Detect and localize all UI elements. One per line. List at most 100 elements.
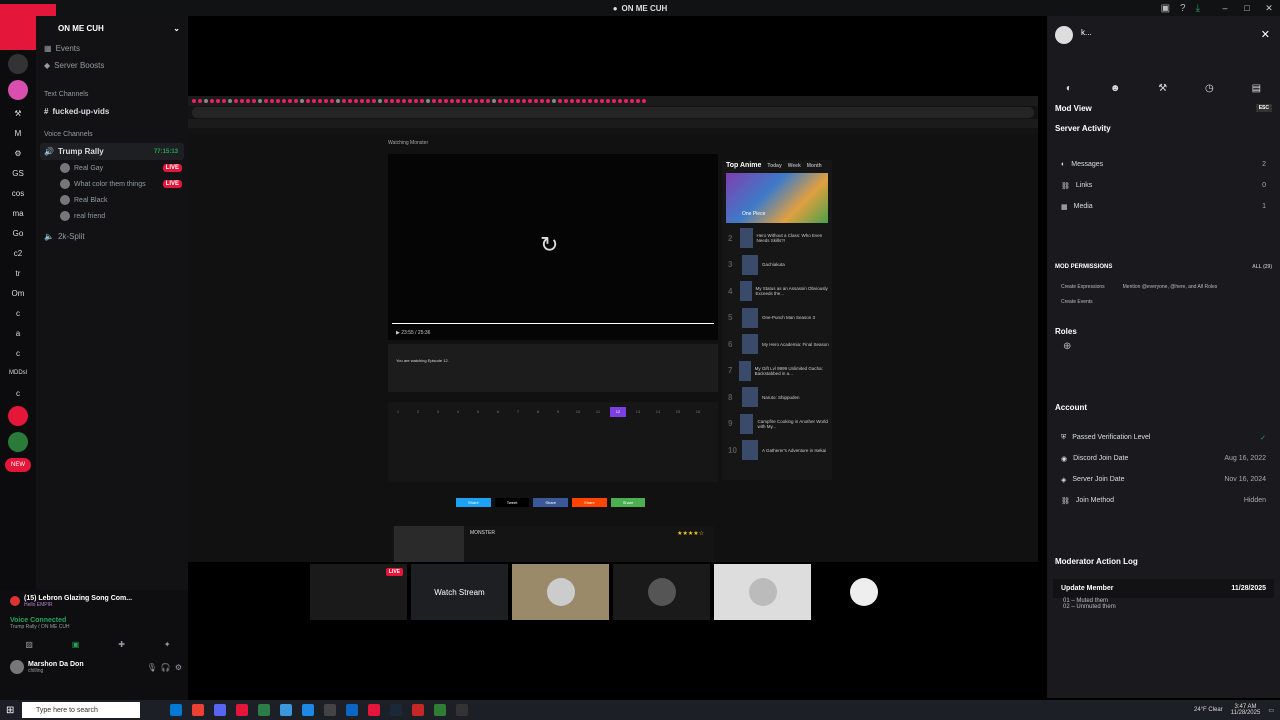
episode[interactable]: 11 xyxy=(590,407,606,417)
server-avatar[interactable] xyxy=(8,432,28,452)
featured-anime[interactable]: One Piece xyxy=(726,173,828,223)
streamed-browser[interactable]: Watching Monster ↻ ▶ 23:55 / 25:36 You a… xyxy=(188,96,1038,562)
participant-tile[interactable] xyxy=(714,564,811,620)
episode[interactable]: 9 xyxy=(550,407,566,417)
close-button[interactable]: ✕ xyxy=(1258,0,1280,16)
screen-share-icon[interactable]: ▣ xyxy=(72,640,80,649)
soundboard-icon[interactable]: ✦ xyxy=(164,640,171,649)
address-bar[interactable] xyxy=(192,107,1034,118)
app-icon[interactable] xyxy=(368,704,380,716)
participant-tile[interactable] xyxy=(613,564,710,620)
app-icon[interactable] xyxy=(434,704,446,716)
server-mddsl[interactable]: MDDsl xyxy=(5,366,31,380)
new-badge[interactable]: NEW xyxy=(5,458,31,472)
server-gs[interactable]: GS xyxy=(5,166,31,180)
minimize-button[interactable]: – xyxy=(1214,0,1236,16)
episode[interactable]: 8 xyxy=(530,407,546,417)
tab-today[interactable]: Today xyxy=(767,163,781,169)
server-ma[interactable]: ma xyxy=(5,206,31,220)
server-c[interactable]: c xyxy=(5,346,31,360)
app-icon[interactable] xyxy=(214,704,226,716)
gear-icon[interactable]: ⚙ xyxy=(175,663,182,672)
server-go[interactable]: Go xyxy=(5,226,31,240)
help-icon[interactable]: ? xyxy=(1180,3,1186,14)
episode[interactable]: 14 xyxy=(650,407,666,417)
inbox-icon[interactable]: ▣ xyxy=(1161,3,1170,14)
download-icon[interactable]: ⤓ xyxy=(1196,3,1200,14)
app-icon[interactable] xyxy=(302,704,314,716)
app-icon[interactable] xyxy=(170,704,182,716)
episode[interactable]: 1 xyxy=(390,407,406,417)
server-a[interactable]: a xyxy=(5,326,31,340)
list-item[interactable]: 7 My Gift Lvl 9999 Unlimited Gacha: Backs… xyxy=(722,358,832,385)
voice-channel-2k-split[interactable]: 🔈 2k-Split xyxy=(36,228,188,245)
participant-tile[interactable] xyxy=(815,564,912,620)
list-item[interactable]: 9 Campfire Cooking in Another World with … xyxy=(722,411,832,438)
server-avatar[interactable] xyxy=(8,54,28,74)
headphones-icon[interactable]: 🎧 xyxy=(161,663,171,672)
green-share-button[interactable]: Share xyxy=(610,498,646,507)
app-icon[interactable] xyxy=(258,704,270,716)
server-avatar[interactable] xyxy=(8,80,28,100)
tweet-button[interactable]: Tweet xyxy=(494,498,530,507)
server-icon[interactable]: ⚒ xyxy=(5,106,31,120)
taskbar-search[interactable]: Type here to search xyxy=(22,702,140,718)
episode[interactable]: 10 xyxy=(570,407,586,417)
list-item[interactable]: 4 My Status as an Assassin Obviously Exce… xyxy=(722,278,832,305)
list-item[interactable]: 6 My Hero Academia: Final Season xyxy=(722,331,832,358)
server-tr[interactable]: tr xyxy=(5,266,31,280)
server-avatar[interactable] xyxy=(8,406,28,426)
activities-icon[interactable]: ✚ xyxy=(118,640,125,649)
server-icon[interactable]: M xyxy=(5,126,31,140)
server-header[interactable]: ON ME CUH ⌄ xyxy=(36,16,188,40)
events-item[interactable]: ▦ Events xyxy=(36,40,188,57)
episode[interactable]: 13 xyxy=(630,407,646,417)
server-c2[interactable]: c2 xyxy=(5,246,31,260)
user-icon[interactable]: ☻ xyxy=(1110,83,1121,94)
list-item[interactable]: 2 Hero Without a Class: Who Even Needs Sk… xyxy=(722,225,832,252)
episode-current[interactable]: 12 xyxy=(610,407,626,417)
clock-date[interactable]: 11/28/2025 xyxy=(1231,710,1261,716)
clock-icon[interactable]: ◷ xyxy=(1205,83,1214,94)
episode[interactable]: 6 xyxy=(490,407,506,417)
episode[interactable]: 7 xyxy=(510,407,526,417)
voice-user[interactable]: Real Gay LIVE xyxy=(36,160,188,176)
stream-thumb[interactable]: LIVE xyxy=(310,564,407,620)
message-icon[interactable]: ◐ xyxy=(1066,83,1072,94)
play-icon[interactable]: ▶ xyxy=(396,330,400,336)
hammer-icon[interactable]: ⚒ xyxy=(1158,83,1167,94)
episode[interactable]: 15 xyxy=(670,407,686,417)
voice-user[interactable]: real friend xyxy=(36,208,188,224)
activity-links[interactable]: ⛓ Links 0 xyxy=(1047,175,1280,196)
id-icon[interactable]: ▤ xyxy=(1252,83,1261,94)
episode[interactable]: 16 xyxy=(690,407,706,417)
episode[interactable]: 4 xyxy=(450,407,466,417)
list-item[interactable]: 3 Gachiakuta xyxy=(722,252,832,279)
boosts-item[interactable]: ◆ Server Boosts xyxy=(36,57,188,74)
chrome-icon[interactable] xyxy=(192,704,204,716)
watch-stream-button[interactable]: Watch Stream xyxy=(411,564,508,620)
voice-user[interactable]: What color them things LIVE xyxy=(36,176,188,192)
browser-tabs[interactable] xyxy=(188,96,1038,106)
episode[interactable]: 3 xyxy=(430,407,446,417)
maximize-button[interactable]: □ xyxy=(1236,0,1258,16)
add-role-icon[interactable]: ⊕ xyxy=(1047,341,1280,353)
category-voice[interactable]: Voice Channels xyxy=(36,126,188,143)
channel-fucked-up-vids[interactable]: # fucked-up-vids xyxy=(36,103,188,120)
server-cos[interactable]: cos xyxy=(5,186,31,200)
server-c[interactable]: c xyxy=(5,386,31,400)
participant-tile[interactable] xyxy=(512,564,609,620)
facebook-share-button[interactable]: Share xyxy=(533,498,569,507)
list-item[interactable]: 5 One-Punch Man Season 3 xyxy=(722,305,832,332)
activity-messages[interactable]: ◐ Messages 2 xyxy=(1047,154,1280,175)
activity-row[interactable]: (15) Lebron Glazing Song Com... Hello EMP… xyxy=(0,590,188,612)
server-c[interactable]: c xyxy=(5,306,31,320)
replay-icon[interactable]: ↻ xyxy=(540,232,558,258)
app-icon[interactable] xyxy=(236,704,248,716)
camera-off-icon[interactable]: ▨ xyxy=(25,640,33,649)
app-icon[interactable] xyxy=(346,704,358,716)
server-om[interactable]: Om xyxy=(5,286,31,300)
app-icon[interactable] xyxy=(390,704,402,716)
share-button[interactable]: Share xyxy=(456,498,491,507)
list-item[interactable]: 8 Naruto: Shippuden xyxy=(722,384,832,411)
